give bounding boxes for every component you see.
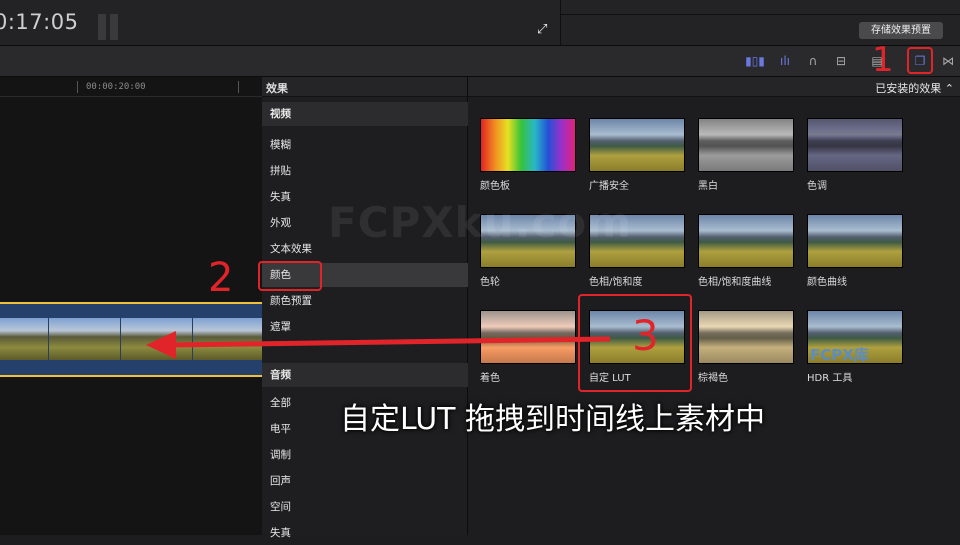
audio-waveform-icon[interactable]: ılı — [774, 52, 796, 70]
topbar-divider — [560, 0, 561, 46]
installed-effects-popup[interactable]: 已安装的效果 ⌃ — [875, 80, 954, 96]
effect-label: 颜色板 — [480, 181, 510, 192]
ruler-tick — [238, 81, 239, 93]
effect-thumbnail — [698, 214, 794, 268]
effect-label: 色调 — [807, 181, 827, 192]
ruler-timecode: 00:00:20:00 — [86, 82, 146, 92]
topbar-divider-horizontal — [560, 14, 960, 15]
sidebar-item-tiling[interactable]: 拼贴 — [262, 159, 468, 183]
effect-tile-hue-saturation-curves[interactable]: 色相/饱和度曲线 — [698, 214, 796, 288]
sidebar-item-audio-distortion[interactable]: 失真 — [262, 521, 468, 545]
effect-tile-colorize[interactable]: 着色 — [480, 310, 578, 384]
sidebar-header: 效果 — [262, 77, 467, 97]
effect-label: 棕褐色 — [698, 373, 728, 384]
effect-thumbnail — [698, 310, 794, 364]
timeline-toolbar: ▮▯▮ ılı ∩ ⊟ ▤ ❐ ⋈ — [0, 46, 960, 77]
effects-browser-highlight — [907, 47, 933, 74]
save-effects-preset-button[interactable]: 存储效果预置 — [859, 22, 943, 39]
sidebar-item-color-presets[interactable]: 颜色预置 — [262, 289, 468, 313]
effects-browser: 已安装的效果 ⌃ 颜色板 广播安全 黑白 色调 色轮 色相/饱和度 色相/饱和度… — [468, 77, 960, 535]
split-icon[interactable]: ⊟ — [830, 52, 852, 70]
effect-label: 着色 — [480, 373, 500, 384]
effect-label: 色轮 — [480, 277, 500, 288]
transitions-icon[interactable]: ⋈ — [937, 52, 959, 70]
effect-label: HDR 工具 — [807, 373, 853, 384]
effect-label: 颜色曲线 — [807, 277, 847, 288]
instruction-caption: 自定LUT 拖拽到时间线上素材中 — [340, 402, 766, 437]
headphones-icon[interactable]: ∩ — [802, 52, 824, 70]
effects-sidebar: 效果 视频 模糊 拼贴 失真 外观 文本效果 颜色 颜色预置 遮罩 音频 全部 … — [262, 77, 468, 539]
step-1-label: 1 — [872, 40, 894, 80]
browser-header: 已安装的效果 ⌃ — [468, 77, 960, 97]
sidebar-item-modulation[interactable]: 调制 — [262, 443, 468, 467]
clip-thumbnails — [0, 318, 262, 360]
sidebar-item-spaces[interactable]: 空间 — [262, 495, 468, 519]
timecode-display: 0:17:05 — [0, 10, 79, 34]
step-2-label: 2 — [208, 255, 234, 301]
effect-thumbnail — [480, 118, 576, 172]
effect-label: 色相/饱和度 — [589, 277, 643, 288]
chevron-updown-icon: ⌃ — [944, 82, 954, 95]
color-category-highlight — [258, 261, 322, 291]
fullscreen-icon[interactable]: ⤢ — [537, 22, 547, 37]
sidebar-category-audio[interactable]: 音频 — [262, 363, 468, 387]
timeline-ruler: 00:00:20:00 — [0, 77, 262, 97]
fcpx-logo-watermark: FCPX库 — [810, 346, 869, 364]
sidebar-item-echo[interactable]: 回声 — [262, 469, 468, 493]
ruler-tick — [77, 81, 78, 93]
effect-label: 黑白 — [698, 181, 718, 192]
sidebar-item-blur[interactable]: 模糊 — [262, 133, 468, 157]
effect-tile-broadcast-safe[interactable]: 广播安全 — [589, 118, 687, 192]
effect-thumbnail — [807, 118, 903, 172]
video-waveform-icon[interactable]: ▮▯▮ — [744, 52, 766, 70]
timeline-pane: 00:00:20:00 — [0, 77, 262, 535]
installed-effects-label: 已安装的效果 — [875, 82, 942, 95]
sidebar-category-video[interactable]: 视频 — [262, 102, 468, 126]
effect-tile-tint[interactable]: 色调 — [807, 118, 905, 192]
timeline-clip[interactable] — [0, 302, 262, 377]
effect-tile-sepia[interactable]: 棕褐色 — [698, 310, 796, 384]
sidebar-item-masks[interactable]: 遮罩 — [262, 315, 468, 339]
effect-label: 广播安全 — [589, 181, 629, 192]
viewer-topbar: 0:17:05 ⤢ 存储效果预置 — [0, 0, 960, 46]
effect-thumbnail — [589, 118, 685, 172]
effect-tile-black-white[interactable]: 黑白 — [698, 118, 796, 192]
effect-thumbnail — [807, 214, 903, 268]
effect-label: 色相/饱和度曲线 — [698, 277, 772, 288]
effect-tile-color-curves[interactable]: 颜色曲线 — [807, 214, 905, 288]
effect-thumbnail — [480, 310, 576, 364]
effect-thumbnail — [698, 118, 794, 172]
audio-meter — [98, 14, 120, 40]
effect-tile-color-board[interactable]: 颜色板 — [480, 118, 578, 192]
step-3-label: 3 — [632, 311, 659, 360]
site-watermark: FCPXku.com — [328, 198, 632, 247]
